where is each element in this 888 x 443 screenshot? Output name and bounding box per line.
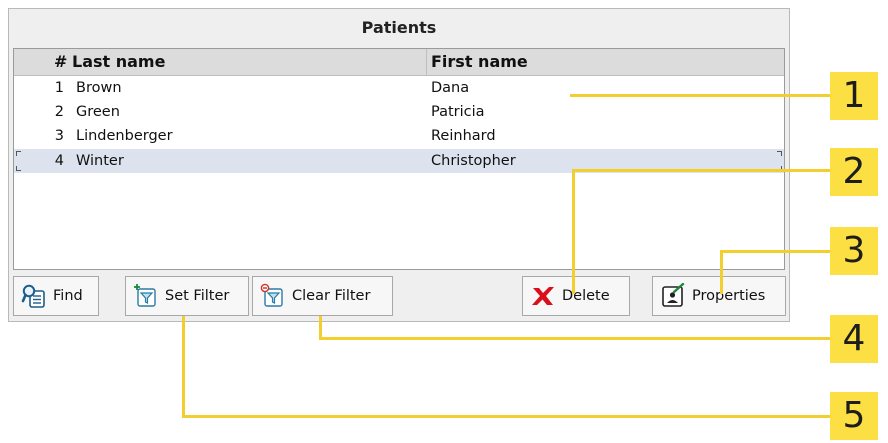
callout-1: 1 xyxy=(830,72,878,120)
set-filter-button[interactable]: Set Filter xyxy=(125,276,249,316)
row-number: 1 xyxy=(54,80,64,96)
column-header-last-name[interactable]: Last name xyxy=(72,49,165,75)
delete-button[interactable]: Delete xyxy=(522,276,630,316)
column-header-number[interactable]: # xyxy=(54,49,67,75)
callout-4-leader xyxy=(319,316,322,340)
row-last-name: Brown xyxy=(76,80,122,96)
row-last-name: Lindenberger xyxy=(76,128,173,144)
delete-icon xyxy=(530,283,556,309)
column-divider[interactable] xyxy=(426,49,427,75)
callout-4-leader xyxy=(319,337,830,340)
callout-3-leader xyxy=(720,250,830,253)
focus-corner xyxy=(16,151,21,156)
list-header: # Last name First name xyxy=(14,49,784,76)
set-filter-button-label: Set Filter xyxy=(165,288,230,304)
callout-4: 4 xyxy=(830,315,878,363)
find-button[interactable]: Find xyxy=(13,276,99,316)
find-icon xyxy=(21,283,47,309)
callout-5-leader xyxy=(182,316,185,418)
patients-panel: Patients # Last name First name 1 Brown … xyxy=(8,8,790,322)
clear-filter-button-label: Clear Filter xyxy=(292,288,371,304)
row-first-name: Christopher xyxy=(431,153,516,169)
properties-button[interactable]: Properties xyxy=(652,276,786,316)
focus-corner xyxy=(16,166,21,171)
find-button-label: Find xyxy=(53,288,83,304)
row-last-name: Winter xyxy=(76,153,124,169)
patient-list[interactable]: # Last name First name 1 Brown Dana 2 Gr… xyxy=(13,48,785,270)
panel-title: Patients xyxy=(361,18,437,37)
table-row[interactable]: 2 Green Patricia xyxy=(14,100,784,124)
row-number: 3 xyxy=(54,128,64,144)
focus-corner xyxy=(777,151,782,156)
row-number: 2 xyxy=(54,104,64,120)
row-last-name: Green xyxy=(76,104,120,120)
delete-button-label: Delete xyxy=(562,288,610,304)
clear-filter-icon xyxy=(260,283,286,309)
table-row[interactable]: 3 Lindenberger Reinhard xyxy=(14,124,784,148)
callout-5: 5 xyxy=(830,392,878,440)
callout-2: 2 xyxy=(830,148,878,196)
callout-3-leader xyxy=(720,250,723,294)
properties-button-label: Properties xyxy=(692,288,766,304)
row-first-name: Dana xyxy=(431,80,470,96)
callout-3: 3 xyxy=(830,227,878,275)
row-first-name: Patricia xyxy=(431,104,485,120)
toolbar: Find Set Filter Clear Filter Delete Prop… xyxy=(13,274,786,318)
row-first-name: Reinhard xyxy=(431,128,496,144)
callout-1-leader xyxy=(570,94,830,97)
set-filter-icon xyxy=(133,283,159,309)
properties-icon xyxy=(660,283,686,309)
callout-2-leader xyxy=(572,169,575,294)
clear-filter-button[interactable]: Clear Filter xyxy=(252,276,393,316)
row-number: 4 xyxy=(54,153,64,169)
column-header-first-name[interactable]: First name xyxy=(431,49,528,75)
callout-2-leader xyxy=(572,169,830,172)
callout-5-leader xyxy=(182,415,830,418)
